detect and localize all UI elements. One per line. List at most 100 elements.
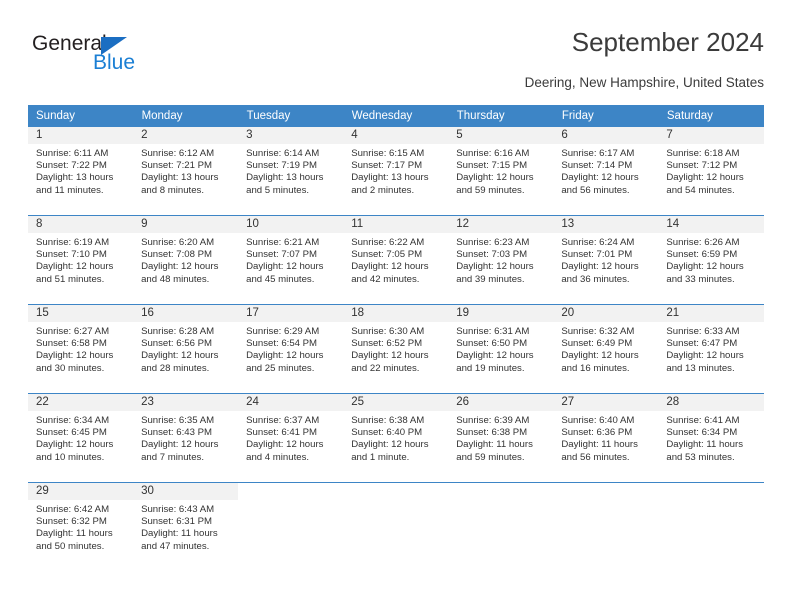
calendar-day-cell[interactable]: 26 Sunrise: 6:39 AM Sunset: 6:38 PM Dayligh… bbox=[448, 393, 554, 483]
day-detail-line: Daylight: 12 hours bbox=[141, 261, 219, 273]
day-detail-line: Sunrise: 6:21 AM bbox=[246, 237, 320, 248]
day-number-band bbox=[238, 127, 344, 144]
day-number-band bbox=[343, 127, 449, 144]
calendar-day-cell[interactable]: 1 Sunrise: 6:11 AM Sunset: 7:22 PM Daylight… bbox=[28, 126, 134, 216]
calendar-day-cell[interactable]: 3 Sunrise: 6:14 AM Sunset: 7:19 PM Daylight… bbox=[238, 126, 344, 216]
day-detail-line: and 11 minutes. bbox=[36, 184, 104, 196]
day-detail-line: Daylight: 12 hours bbox=[36, 261, 114, 273]
calendar-day-cell[interactable]: 22 Sunrise: 6:34 AM Sunset: 6:45 PM Dayligh… bbox=[28, 393, 134, 483]
day-detail-line: and 53 minutes. bbox=[666, 451, 735, 463]
calendar-day-cell[interactable]: 12 Sunrise: 6:23 AM Sunset: 7:03 PM Dayligh… bbox=[448, 215, 554, 305]
day-detail-line: Daylight: 12 hours bbox=[36, 350, 114, 362]
page-subtitle: Deering, New Hampshire, United States bbox=[524, 75, 764, 90]
day-detail-line: Sunset: 7:19 PM bbox=[246, 160, 318, 172]
day-detail-line: Sunset: 6:54 PM bbox=[246, 338, 318, 350]
calendar-day-cell[interactable]: 10 Sunrise: 6:21 AM Sunset: 7:07 PM Dayligh… bbox=[238, 215, 344, 305]
day-detail-line: Daylight: 13 hours bbox=[141, 172, 219, 184]
day-detail-line: Sunrise: 6:33 AM bbox=[666, 326, 740, 337]
general-blue-logo[interactable]: General Blue bbox=[32, 32, 152, 88]
day-detail-line: Sunrise: 6:39 AM bbox=[456, 415, 530, 426]
day-detail-line: Sunrise: 6:28 AM bbox=[141, 326, 215, 337]
calendar-day-cell[interactable]: 19 Sunrise: 6:31 AM Sunset: 6:50 PM Dayligh… bbox=[448, 304, 554, 394]
calendar-day-cell[interactable]: 17 Sunrise: 6:29 AM Sunset: 6:54 PM Dayligh… bbox=[238, 304, 344, 394]
day-detail-line: and 54 minutes. bbox=[666, 184, 735, 196]
calendar-day-cell[interactable]: 16 Sunrise: 6:28 AM Sunset: 6:56 PM Dayligh… bbox=[133, 304, 239, 394]
calendar-day-cell[interactable]: 6 Sunrise: 6:17 AM Sunset: 7:14 PM Daylight… bbox=[553, 126, 659, 216]
calendar-day-cell[interactable]: 9 Sunrise: 6:20 AM Sunset: 7:08 PM Daylight… bbox=[133, 215, 239, 305]
calendar-day-cell[interactable]: 7 Sunrise: 6:18 AM Sunset: 7:12 PM Daylight… bbox=[658, 126, 764, 216]
calendar-day-cell[interactable]: 14 Sunrise: 6:26 AM Sunset: 6:59 PM Dayligh… bbox=[658, 215, 764, 305]
day-number: 28 bbox=[666, 396, 680, 408]
calendar-day-cell[interactable]: 28 Sunrise: 6:41 AM Sunset: 6:34 PM Dayligh… bbox=[658, 393, 764, 483]
day-cell-inner: 24 Sunrise: 6:37 AM Sunset: 6:41 PM Dayligh… bbox=[238, 394, 344, 482]
day-number: 20 bbox=[561, 307, 575, 319]
calendar-day-cell[interactable]: 18 Sunrise: 6:30 AM Sunset: 6:52 PM Dayligh… bbox=[343, 304, 449, 394]
day-detail-line: Daylight: 12 hours bbox=[351, 439, 429, 451]
day-number-band bbox=[658, 127, 764, 144]
weekday-header-sunday: Sunday bbox=[28, 105, 134, 127]
day-number: 10 bbox=[246, 218, 259, 230]
day-detail-line: Sunrise: 6:14 AM bbox=[246, 148, 320, 159]
calendar-week-row: 1 Sunrise: 6:11 AM Sunset: 7:22 PM Daylight… bbox=[28, 126, 764, 216]
day-number-band bbox=[133, 127, 239, 144]
day-detail-line: and 16 minutes. bbox=[561, 362, 630, 374]
day-detail-line: Sunrise: 6:20 AM bbox=[141, 237, 215, 248]
day-number: 8 bbox=[36, 218, 43, 230]
calendar-page: General Blue September 2024 Deering, New… bbox=[0, 0, 792, 612]
day-detail-line: Sunrise: 6:29 AM bbox=[246, 326, 320, 337]
calendar-day-cell[interactable]: 4 Sunrise: 6:15 AM Sunset: 7:17 PM Daylight… bbox=[343, 126, 449, 216]
day-cell-inner: 4 Sunrise: 6:15 AM Sunset: 7:17 PM Daylight… bbox=[343, 127, 449, 215]
calendar-day-cell[interactable]: 24 Sunrise: 6:37 AM Sunset: 6:41 PM Dayligh… bbox=[238, 393, 344, 483]
day-number: 21 bbox=[666, 307, 680, 319]
calendar-day-cell[interactable]: 20 Sunrise: 6:32 AM Sunset: 6:49 PM Dayligh… bbox=[553, 304, 659, 394]
day-number: 15 bbox=[36, 307, 49, 319]
day-detail-line: and 50 minutes. bbox=[36, 540, 105, 552]
day-detail-line: Sunset: 6:56 PM bbox=[141, 338, 212, 350]
calendar-day-cell[interactable]: 27 Sunrise: 6:40 AM Sunset: 6:36 PM Dayligh… bbox=[553, 393, 659, 483]
day-number: 3 bbox=[246, 129, 253, 141]
calendar-day-cell[interactable]: 25 Sunrise: 6:38 AM Sunset: 6:40 PM Dayligh… bbox=[343, 393, 449, 483]
calendar-day-cell[interactable]: 23 Sunrise: 6:35 AM Sunset: 6:43 PM Dayligh… bbox=[133, 393, 239, 483]
day-number: 29 bbox=[36, 485, 49, 497]
weekday-header-monday: Monday bbox=[133, 105, 239, 127]
day-detail-lines: Sunrise: 6:17 AM Sunset: 7:14 PM Daylight:… bbox=[553, 144, 658, 197]
day-cell-inner: 22 Sunrise: 6:34 AM Sunset: 6:45 PM Dayligh… bbox=[28, 394, 134, 482]
day-number-band bbox=[448, 127, 554, 144]
day-detail-lines: Sunrise: 6:40 AM Sunset: 6:36 PM Daylight:… bbox=[553, 411, 658, 464]
day-number: 9 bbox=[141, 218, 148, 230]
day-cell-inner: 23 Sunrise: 6:35 AM Sunset: 6:43 PM Dayligh… bbox=[133, 394, 239, 482]
day-detail-line: and 30 minutes. bbox=[36, 362, 105, 374]
day-detail-line: Sunset: 6:49 PM bbox=[561, 338, 633, 350]
day-number: 24 bbox=[246, 396, 259, 408]
page-header: General Blue September 2024 Deering, New… bbox=[28, 26, 764, 100]
day-number: 30 bbox=[141, 485, 154, 497]
calendar-day-cell[interactable]: 11 Sunrise: 6:22 AM Sunset: 7:05 PM Dayligh… bbox=[343, 215, 449, 305]
calendar-day-cell[interactable]: 15 Sunrise: 6:27 AM Sunset: 6:58 PM Dayligh… bbox=[28, 304, 134, 394]
day-detail-line: and 19 minutes. bbox=[456, 362, 525, 374]
day-detail-line: Sunset: 6:32 PM bbox=[36, 516, 107, 528]
calendar-day-cell[interactable]: 5 Sunrise: 6:16 AM Sunset: 7:15 PM Daylight… bbox=[448, 126, 554, 216]
day-detail-lines: Sunrise: 6:35 AM Sunset: 6:43 PM Daylight:… bbox=[133, 411, 238, 464]
day-detail-line: Daylight: 12 hours bbox=[561, 172, 639, 184]
day-cell-inner: 12 Sunrise: 6:23 AM Sunset: 7:03 PM Dayligh… bbox=[448, 216, 554, 304]
calendar-day-cell[interactable]: 13 Sunrise: 6:24 AM Sunset: 7:01 PM Dayligh… bbox=[553, 215, 659, 305]
calendar-day-cell[interactable]: 21 Sunrise: 6:33 AM Sunset: 6:47 PM Dayligh… bbox=[658, 304, 764, 394]
day-number: 16 bbox=[141, 307, 154, 319]
day-detail-line: Sunset: 6:45 PM bbox=[36, 427, 107, 439]
calendar-day-cell[interactable]: 2 Sunrise: 6:12 AM Sunset: 7:21 PM Daylight… bbox=[133, 126, 239, 216]
calendar-day-cell[interactable]: 30 Sunrise: 6:43 AM Sunset: 6:31 PM Dayligh… bbox=[133, 482, 239, 571]
calendar-day-cell[interactable]: 29 Sunrise: 6:42 AM Sunset: 6:32 PM Dayligh… bbox=[28, 482, 134, 571]
weekday-header-friday: Friday bbox=[553, 105, 659, 127]
day-cell-inner: 9 Sunrise: 6:20 AM Sunset: 7:08 PM Daylight… bbox=[133, 216, 239, 304]
day-number: 7 bbox=[666, 129, 673, 141]
day-detail-line: Sunset: 7:01 PM bbox=[561, 249, 633, 261]
day-detail-lines: Sunrise: 6:19 AM Sunset: 7:10 PM Daylight:… bbox=[28, 233, 133, 286]
day-cell-inner: 18 Sunrise: 6:30 AM Sunset: 6:52 PM Dayligh… bbox=[343, 305, 449, 393]
day-detail-line: Daylight: 12 hours bbox=[246, 261, 324, 273]
sunrise-sunset-calendar: Sunday Monday Tuesday Wednesday Thursday… bbox=[28, 105, 765, 571]
day-detail-lines: Sunrise: 6:24 AM Sunset: 7:01 PM Daylight:… bbox=[553, 233, 658, 286]
calendar-day-cell[interactable]: 8 Sunrise: 6:19 AM Sunset: 7:10 PM Daylight… bbox=[28, 215, 134, 305]
day-cell-inner: 1 Sunrise: 6:11 AM Sunset: 7:22 PM Daylight… bbox=[28, 127, 134, 215]
calendar-week-row: 15 Sunrise: 6:27 AM Sunset: 6:58 PM Dayligh… bbox=[28, 304, 764, 394]
calendar-empty-cell bbox=[343, 482, 449, 571]
